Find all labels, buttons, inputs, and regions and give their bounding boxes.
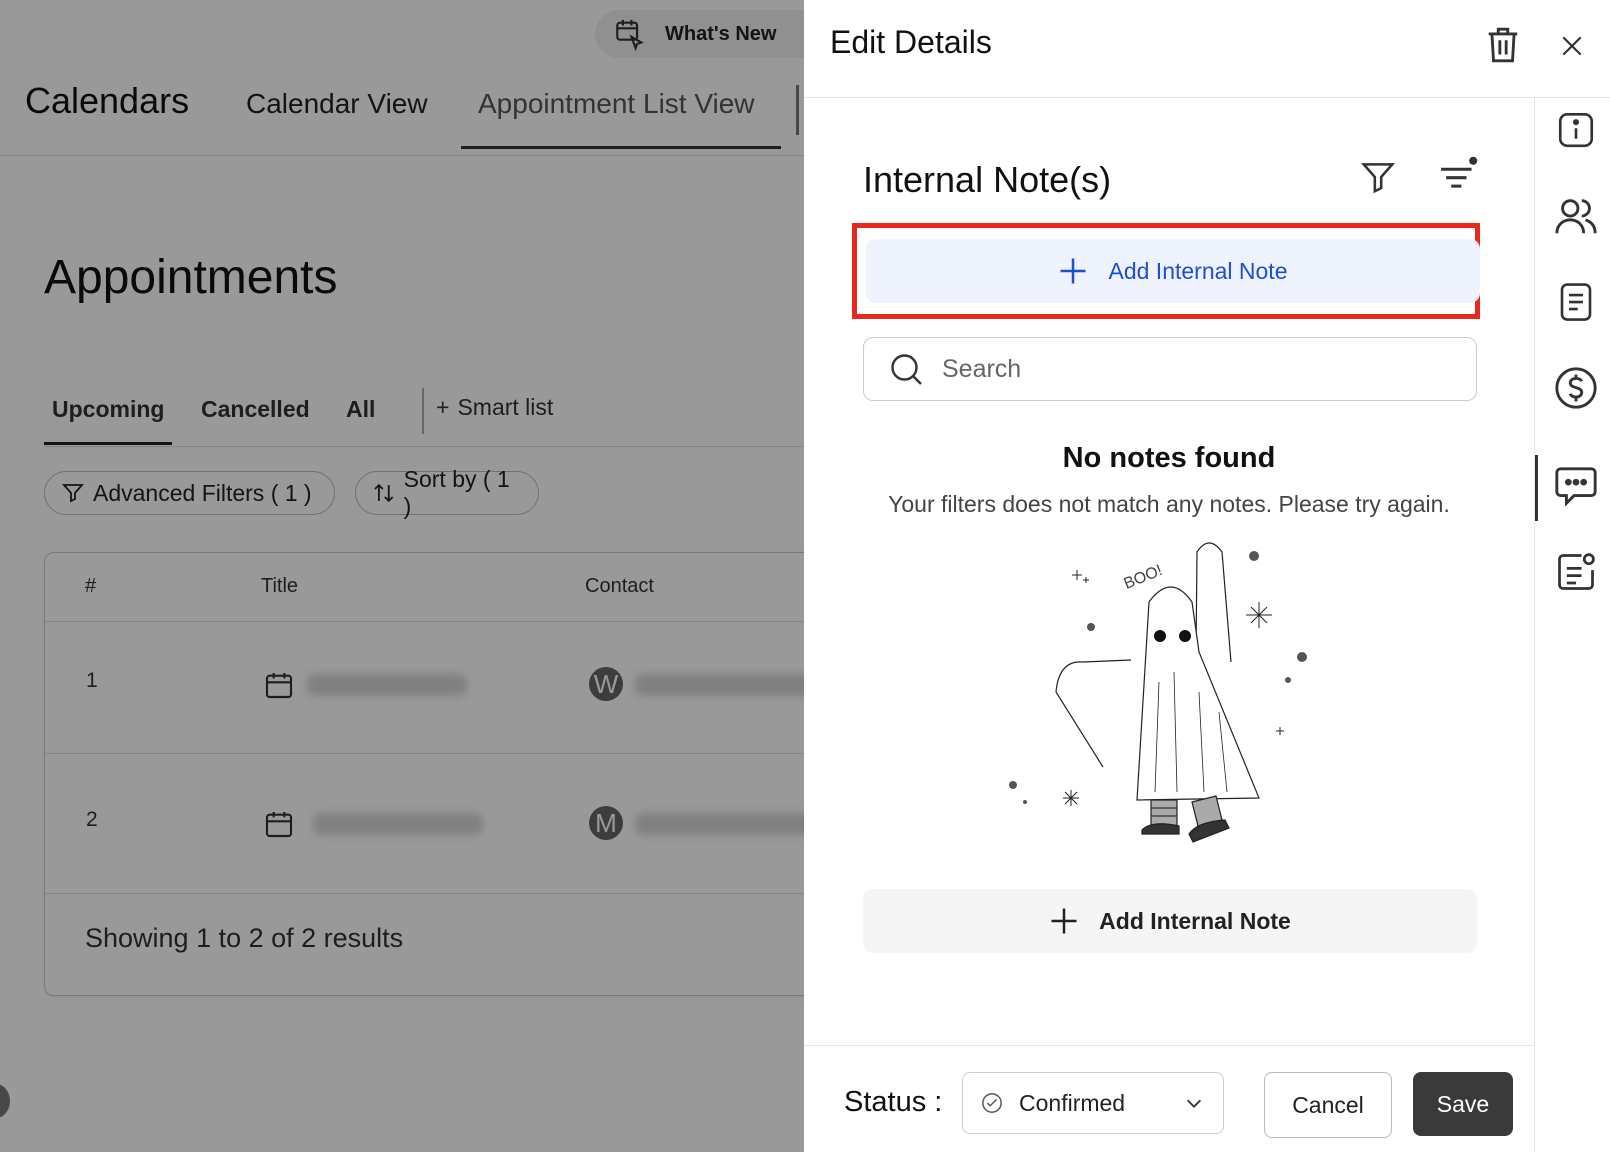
- drawer-title: Edit Details: [830, 24, 992, 60]
- sort-lines-icon: [1441, 156, 1478, 188]
- plus-icon: [1060, 258, 1086, 284]
- rail-info-button[interactable]: [1553, 107, 1599, 153]
- empty-state-title: No notes found: [1062, 442, 1276, 474]
- rail-contacts-button[interactable]: [1553, 193, 1599, 239]
- check-circle-icon: [982, 1093, 1002, 1113]
- boo-text: BOO!: [1121, 562, 1164, 593]
- internal-notes-panel: Internal Note(s) Add Internal Note No no…: [804, 97, 1534, 1045]
- people-icon: [1555, 199, 1597, 234]
- search-field[interactable]: [863, 337, 1477, 401]
- filter-notes-button[interactable]: [1356, 155, 1400, 199]
- search-icon: [891, 354, 922, 385]
- document-icon: [1560, 283, 1592, 321]
- edit-details-drawer: Edit Details Internal Note(s) Add Intern…: [804, 0, 1610, 1152]
- info-icon: [1558, 112, 1594, 148]
- rail-active-indicator: [1535, 455, 1538, 521]
- rail-document-button[interactable]: [1553, 279, 1599, 325]
- close-icon: [1562, 36, 1582, 56]
- status-label: Status :: [844, 1086, 943, 1118]
- close-button[interactable]: [1552, 26, 1592, 66]
- rail-payment-button[interactable]: [1553, 365, 1599, 411]
- dollar-icon: [1555, 367, 1597, 409]
- add-internal-note-bottom-button[interactable]: Add Internal Note: [863, 889, 1477, 953]
- search-input[interactable]: [940, 353, 1424, 385]
- save-button[interactable]: Save: [1413, 1072, 1513, 1136]
- trash-icon: [1488, 27, 1518, 63]
- cancel-button[interactable]: Cancel: [1264, 1072, 1392, 1138]
- add-internal-note-label: Add Internal Note: [1108, 257, 1288, 284]
- chat-icon: [1555, 467, 1597, 507]
- notes-title: Internal Note(s): [863, 159, 1112, 200]
- chevron-down-icon: [1186, 1099, 1202, 1108]
- right-side-rail: [1534, 97, 1610, 1152]
- plus-icon: [1051, 908, 1077, 934]
- drawer-footer: Status : Confirmed Cancel Save: [804, 1045, 1534, 1152]
- status-dropdown[interactable]: Confirmed: [962, 1072, 1224, 1134]
- delete-button[interactable]: [1480, 22, 1526, 68]
- note-icon: [1558, 553, 1595, 590]
- add-internal-note-button[interactable]: Add Internal Note: [866, 239, 1480, 303]
- rail-notes-button[interactable]: [1553, 463, 1599, 509]
- status-value: Confirmed: [1019, 1089, 1126, 1116]
- empty-state-subtitle: Your filters does not match any notes. P…: [888, 491, 1450, 517]
- sort-notes-button[interactable]: [1434, 153, 1482, 199]
- ghost-illustration: BOO!: [1009, 542, 1307, 843]
- filter-icon: [1360, 163, 1396, 194]
- add-internal-note-bottom-label: Add Internal Note: [1099, 907, 1291, 934]
- drawer-header: Edit Details: [804, 0, 1610, 98]
- rail-task-button[interactable]: [1553, 549, 1599, 595]
